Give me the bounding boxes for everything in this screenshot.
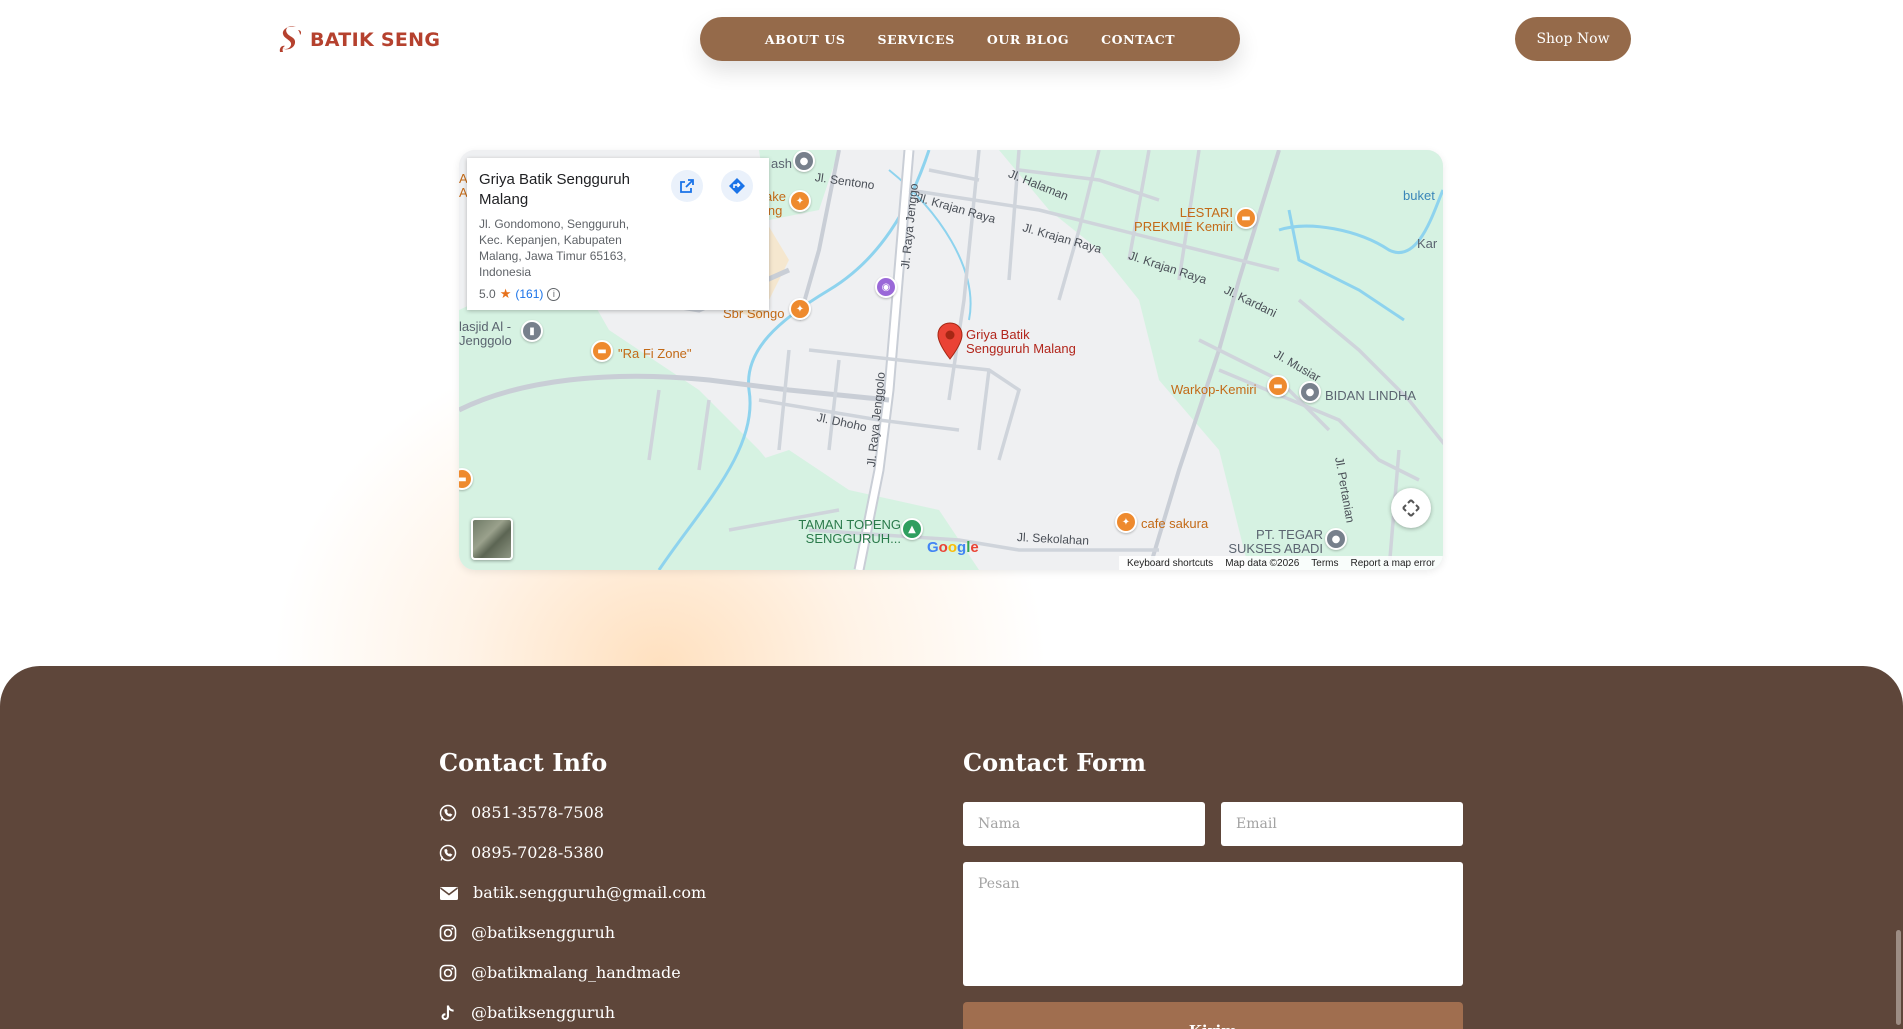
place-address: Jl. Gondomono, Sengguruh, Kec. Kepanjen,…: [479, 217, 630, 279]
map-data-label: Map data ©2026: [1225, 557, 1300, 569]
main-nav: ABOUT US SERVICES OUR BLOG CONTACT: [700, 17, 1240, 61]
whatsapp-icon: [439, 844, 457, 861]
keyboard-shortcuts-link[interactable]: Keyboard shortcuts: [1127, 558, 1213, 569]
instagram-icon: [439, 924, 457, 941]
nav-our-blog[interactable]: OUR BLOG: [987, 32, 1069, 47]
map-label-ash: ash: [771, 156, 792, 171]
message-textarea[interactable]: [963, 862, 1463, 986]
contact-email[interactable]: batik.sengguruh@gmail.com: [439, 883, 706, 902]
map-label-pt-tegar: PT. TEGAR SUKSES ABADI: [1228, 527, 1323, 556]
map-poi-ra-fi-zone[interactable]: ▬: [591, 340, 613, 362]
map-poi-warkop[interactable]: ▬: [1267, 375, 1289, 397]
name-input[interactable]: [963, 802, 1205, 846]
directions-button[interactable]: [721, 170, 753, 202]
rating-value: 5.0: [479, 287, 496, 301]
info-icon[interactable]: i: [547, 287, 561, 301]
brand-logo[interactable]: BATIK SENG: [276, 24, 440, 56]
map-poi-restaurant[interactable]: ✦: [789, 190, 811, 212]
map-poi-cafe-sakura[interactable]: ✦: [1115, 511, 1137, 533]
report-error-link[interactable]: Report a map error: [1351, 558, 1435, 569]
submit-button[interactable]: Kirim: [963, 1002, 1463, 1029]
contact-tiktok[interactable]: @batiksengguruh: [439, 1003, 615, 1022]
contact-phone-1[interactable]: 0851-3578-7508: [439, 803, 604, 822]
location-pin-icon[interactable]: [937, 322, 963, 360]
map-label-cafe-sakura: cafe sakura: [1141, 516, 1209, 531]
fullscreen-icon: [1402, 499, 1420, 517]
phone-number-1: 0851-3578-7508: [471, 803, 604, 822]
contact-instagram-1[interactable]: @batiksengguruh: [439, 923, 615, 942]
terms-link[interactable]: Terms: [1311, 558, 1338, 569]
place-name: Griya Batik Sengguruh Malang: [479, 171, 630, 208]
contact-info-title: Contact Info: [439, 748, 608, 777]
map-attribution-bar: Keyboard shortcuts Map data ©2026 Terms …: [1119, 556, 1443, 570]
instagram-handle-2: @batikmalang_handmade: [471, 963, 681, 982]
whatsapp-icon: [439, 804, 457, 821]
tiktok-handle: @batiksengguruh: [471, 1003, 616, 1022]
email-input[interactable]: [1221, 802, 1463, 846]
batik-logo-icon: [279, 25, 302, 52]
nav-about-us[interactable]: ABOUT US: [765, 32, 846, 47]
brand-name: BATIK SENG: [310, 29, 441, 51]
map-poi-taman[interactable]: ▲: [901, 518, 923, 540]
map-poi-bidan[interactable]: ●: [1299, 381, 1321, 403]
map-poi-camera[interactable]: ◉: [875, 276, 897, 298]
map-label-buket: buket: [1403, 188, 1435, 203]
map-poi-grey-top[interactable]: ●: [793, 150, 815, 172]
page: BATIK SENG ABOUT US SERVICES OUR BLOG CO…: [0, 0, 1903, 1029]
instagram-icon: [439, 964, 457, 981]
map-poi-masjid[interactable]: ▮: [521, 320, 543, 342]
review-count[interactable]: (161): [515, 287, 543, 301]
google-logo: Google: [927, 539, 979, 556]
scrollbar-thumb[interactable]: [1896, 930, 1901, 1025]
email-address: batik.sengguruh@gmail.com: [473, 883, 707, 902]
nav-services[interactable]: SERVICES: [878, 32, 955, 47]
contact-form-title: Contact Form: [963, 748, 1147, 777]
star-icon: ★: [499, 286, 512, 301]
map-label-ra-fi-zone: "Ra Fi Zone": [618, 346, 692, 361]
map-poi-pt-tegar[interactable]: ●: [1325, 528, 1347, 550]
fullscreen-button[interactable]: [1391, 488, 1431, 528]
map-label-warkop: Warkop-Kemiri: [1171, 382, 1257, 397]
mail-icon: [440, 886, 458, 900]
map-marker-label: Griya Batik Sengguruh Malang: [966, 327, 1076, 356]
open-in-maps-button[interactable]: [671, 170, 703, 202]
nav-contact[interactable]: CONTACT: [1101, 32, 1175, 47]
map-poi-lestari[interactable]: ▬: [1235, 207, 1257, 229]
google-map[interactable]: ● ✦ ◉ ✦ ▮ ▬ ▬ ▬ ● ✦ ▲ ● ▬ Griya Batik Se…: [459, 150, 1443, 570]
instagram-handle-1: @batiksengguruh: [471, 923, 616, 942]
place-rating: 5.0 ★ (161) i: [479, 286, 757, 302]
tiktok-icon: [441, 1005, 454, 1020]
map-label-masjid: lasjid Al - Jenggolo: [459, 319, 512, 348]
shop-now-button[interactable]: Shop Now: [1515, 17, 1631, 61]
map-poi-sbr-songo[interactable]: ✦: [789, 298, 811, 320]
contact-footer: [0, 666, 1903, 1029]
map-label-kar: Kar: [1417, 236, 1438, 251]
map-label-bidan: BIDAN LINDHA: [1325, 388, 1417, 403]
directions-icon: [729, 178, 745, 194]
external-link-icon: [680, 179, 694, 193]
map-label-taman: TAMAN TOPENG SENGGURUH...: [798, 517, 901, 546]
contact-instagram-2[interactable]: @batikmalang_handmade: [439, 963, 681, 982]
map-place-card: Griya Batik Sengguruh Malang Jl. Gondomo…: [467, 158, 769, 310]
phone-number-2: 0895-7028-5380: [471, 843, 604, 862]
satellite-toggle-button[interactable]: [471, 518, 513, 560]
map-label-lestari: LESTARI PREKMIE Kemiri: [1134, 205, 1233, 234]
contact-phone-2[interactable]: 0895-7028-5380: [439, 843, 604, 862]
